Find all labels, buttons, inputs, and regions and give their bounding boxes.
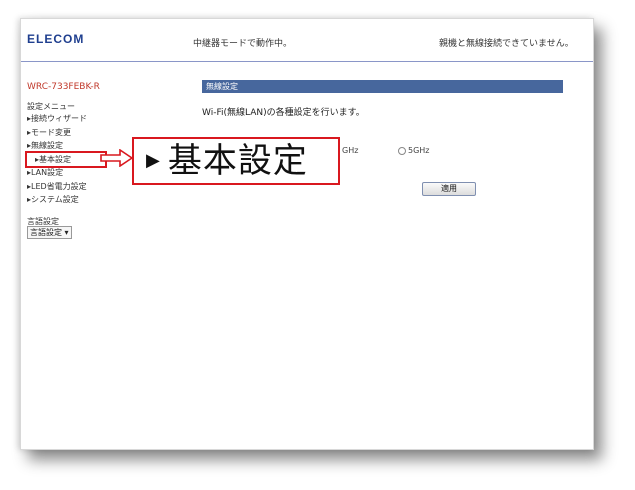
elecom-logo: ELECOM: [27, 32, 85, 46]
band-option-2-4ghz[interactable]: GHz: [342, 146, 358, 155]
screenshot-frame: ELECOM 中継器モードで動作中。 親機と無線接続できていません。 WRC-7…: [20, 18, 594, 450]
band-option-2-4ghz-label: GHz: [342, 146, 359, 155]
play-triangle-icon: ▶: [146, 150, 160, 171]
header-divider: [21, 61, 593, 62]
sidebar-item-basic-settings[interactable]: ▸基本設定: [25, 150, 107, 168]
sidebar-item-wireless-settings[interactable]: ▸無線設定: [27, 139, 105, 153]
model-name: WRC-733FEBK-R: [27, 82, 100, 92]
apply-button[interactable]: 適用: [422, 182, 476, 196]
language-select[interactable]: 言語設定 ▾: [27, 226, 72, 239]
section-title-bar: 無線設定: [202, 80, 563, 93]
sidebar-item-led-power-saving[interactable]: ▸LED省電力設定: [27, 180, 105, 194]
radio-icon[interactable]: [398, 146, 406, 155]
section-description: Wi-Fi(無線LAN)の各種設定を行います。: [202, 108, 365, 118]
zoom-callout: ▶ 基本設定: [132, 137, 340, 185]
callout-label: 基本設定: [167, 141, 308, 181]
callout-arrow-icon: [100, 149, 134, 167]
sidebar-item-mode-change[interactable]: ▸モード変更: [27, 126, 105, 140]
band-option-5ghz[interactable]: 5GHz: [398, 146, 430, 155]
menu-title: 設定メニュー: [27, 102, 75, 111]
sidebar-item-system-settings[interactable]: ▸システム設定: [27, 193, 105, 207]
band-option-5ghz-label: 5GHz: [408, 146, 430, 155]
connection-status-text: 親機と無線接続できていません。: [439, 39, 574, 49]
sidebar-menu: ▸接続ウィザード ▸モード変更 ▸無線設定 ▸基本設定 ▸LAN設定 ▸LED省…: [25, 112, 107, 207]
sidebar-item-lan-settings[interactable]: ▸LAN設定: [27, 166, 105, 180]
sidebar-item-setup-wizard[interactable]: ▸接続ウィザード: [27, 112, 105, 126]
mode-status-text: 中継器モードで動作中。: [193, 39, 293, 49]
